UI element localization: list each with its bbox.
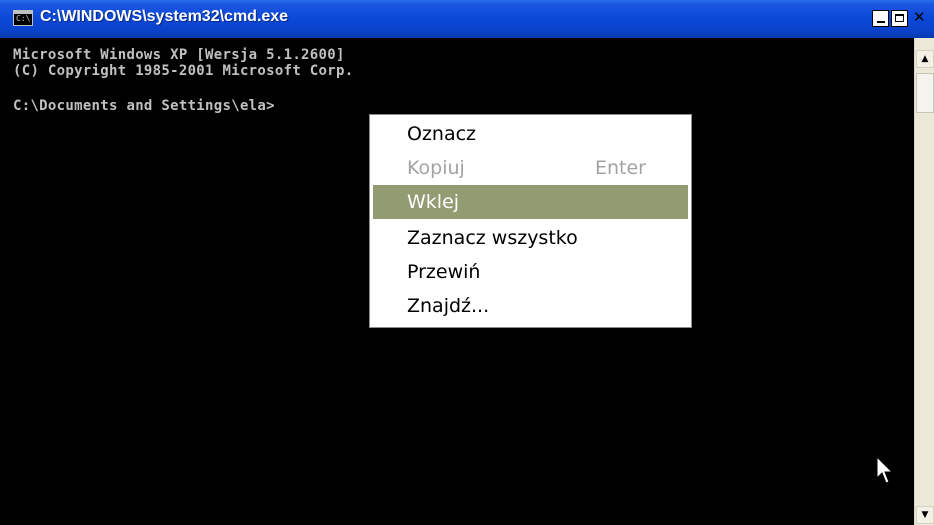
menu-item-shortcut: Enter xyxy=(595,157,646,179)
menu-item-label: Kopiuj xyxy=(407,157,465,179)
menu-item-oznacz[interactable]: Oznacz xyxy=(373,117,688,151)
menu-item-label: Znajdź... xyxy=(407,295,490,317)
menu-item-label: Zaznacz wszystko xyxy=(407,227,578,249)
arrow-down-icon: ▼ xyxy=(921,510,929,520)
menu-item-znajdz[interactable]: Znajdź... xyxy=(373,289,688,323)
close-button[interactable]: ✕ xyxy=(910,10,934,27)
menu-item-label: Oznacz xyxy=(407,123,477,145)
menu-item-zaznacz-wszystko[interactable]: Zaznacz wszystko xyxy=(373,221,688,255)
menu-item-wklej[interactable]: Wklej xyxy=(373,185,688,219)
window-icon-label: C:\ xyxy=(16,14,31,23)
arrow-up-icon: ▲ xyxy=(921,54,929,64)
menu-item-label: Wklej xyxy=(407,191,460,213)
cmd-console-icon[interactable]: C:\ xyxy=(13,10,33,26)
scroll-thumb[interactable] xyxy=(916,73,934,113)
console-prompt: C:\Documents and Settings\ela> xyxy=(13,98,275,114)
minimize-button[interactable] xyxy=(872,10,889,27)
mouse-pointer-icon xyxy=(876,456,894,484)
menu-item-przewin[interactable]: Przewiń xyxy=(373,255,688,289)
console-line: (C) Copyright 1985-2001 Microsoft Corp. xyxy=(13,63,354,79)
console-line: Microsoft Windows XP [Wersja 5.1.2600] xyxy=(13,47,345,63)
menu-item-label: Przewiń xyxy=(407,261,481,283)
maximize-icon xyxy=(895,14,904,22)
menu-item-kopiuj[interactable]: Kopiuj Enter xyxy=(373,151,688,185)
context-menu: Oznacz Kopiuj Enter Wklej Zaznacz wszyst… xyxy=(369,114,692,328)
scroll-up-button[interactable]: ▲ xyxy=(916,50,934,68)
title-bar[interactable]: C:\ C:\WINDOWS\system32\cmd.exe ✕ xyxy=(0,0,934,38)
scroll-down-button[interactable]: ▼ xyxy=(916,506,934,524)
maximize-button[interactable] xyxy=(891,10,908,27)
minimize-icon xyxy=(876,21,885,23)
cmd-window: C:\ C:\WINDOWS\system32\cmd.exe ✕ Micros… xyxy=(0,0,934,525)
vertical-scrollbar[interactable]: ▲ ▼ xyxy=(914,38,934,525)
close-icon: ✕ xyxy=(913,8,926,26)
window-title: C:\WINDOWS\system32\cmd.exe xyxy=(40,8,289,25)
